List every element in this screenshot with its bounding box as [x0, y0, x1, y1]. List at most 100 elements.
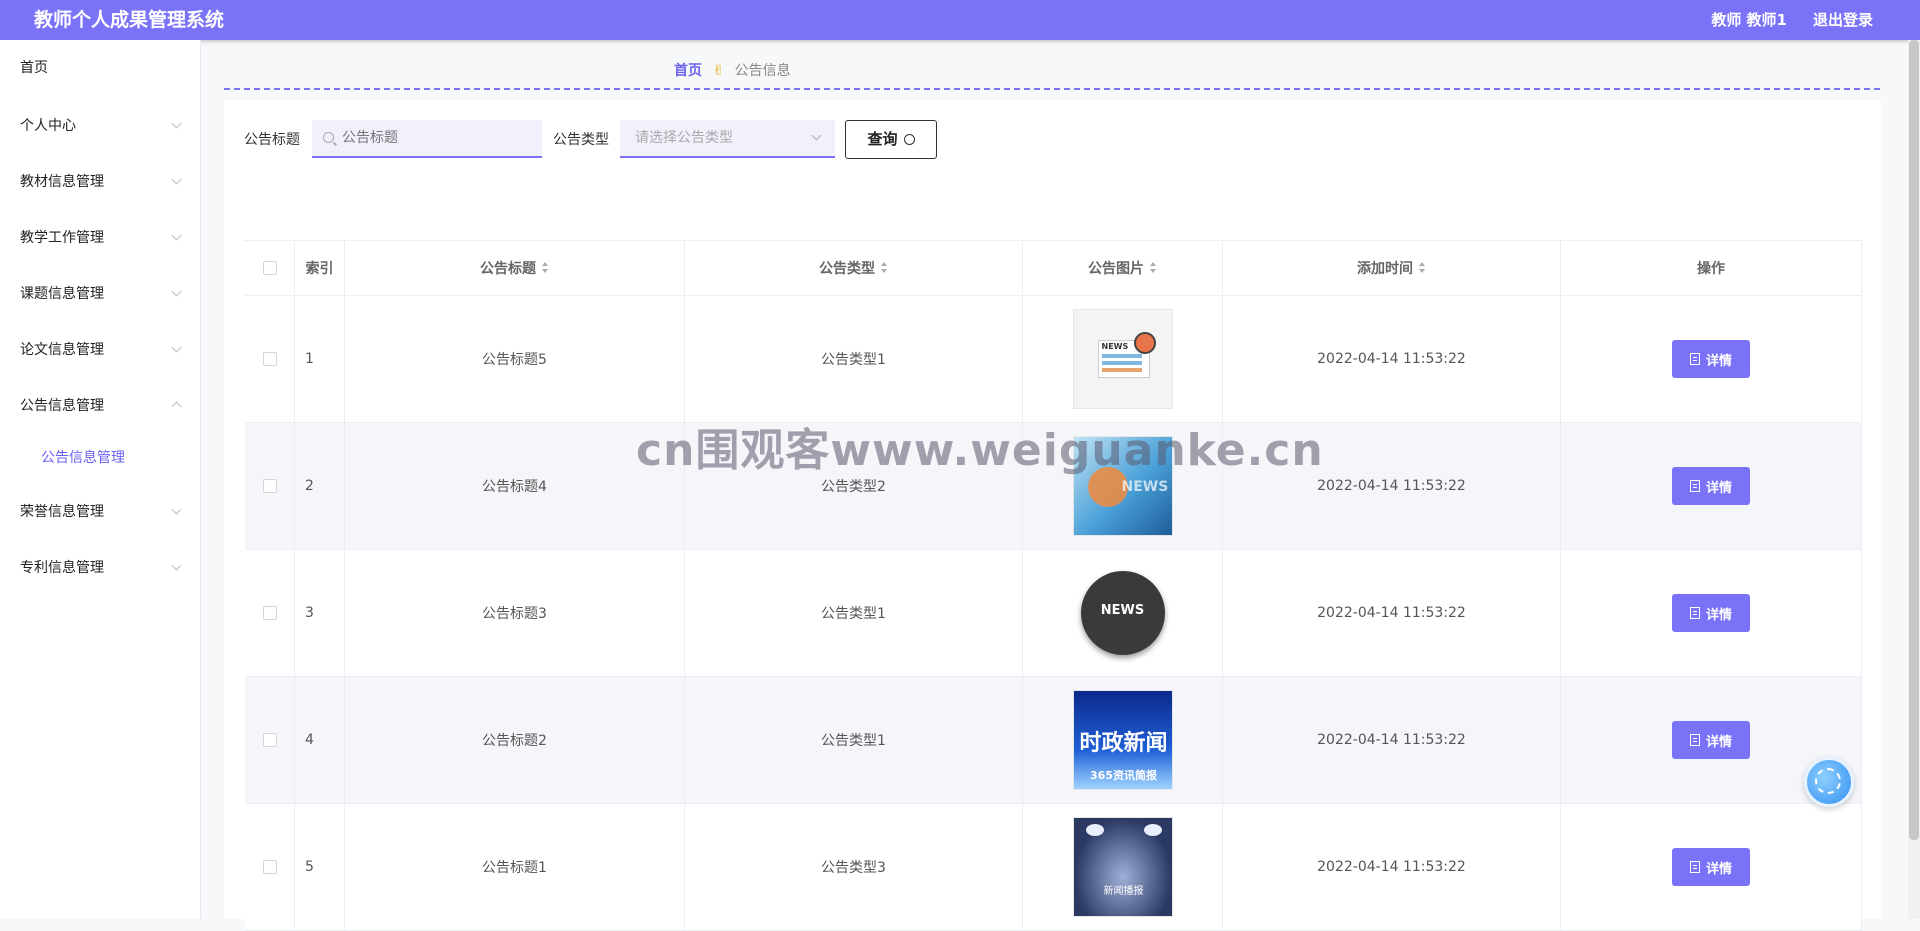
- sidebar-item-teaching[interactable]: 教学工作管理: [0, 218, 200, 258]
- cell-action: 详情: [1561, 550, 1862, 677]
- sidebar-item-notice[interactable]: 公告信息管理: [0, 386, 200, 426]
- type-select[interactable]: 请选择公告类型: [620, 120, 835, 158]
- type-select-placeholder: 请选择公告类型: [635, 130, 733, 146]
- sidebar: 首页 个人中心 教材信息管理 教学工作管理 课题信息管理 论文信息管理 公告信息…: [0, 40, 201, 919]
- user-label: 教师 教师1: [1711, 11, 1787, 29]
- sort-icon[interactable]: [542, 262, 549, 274]
- row-checkbox-cell: [245, 296, 295, 423]
- breadcrumb: 首页 ✌ 公告信息: [674, 60, 791, 80]
- cell-title: 公告标题5: [345, 296, 685, 423]
- row-checkbox[interactable]: [262, 733, 277, 747]
- document-icon: [1689, 607, 1700, 619]
- column-header-time[interactable]: 添加时间: [1223, 241, 1561, 296]
- row-checkbox[interactable]: [262, 860, 277, 874]
- cell-time: 2022-04-14 11:53:22: [1223, 296, 1561, 423]
- cell-image: NEWS: [1023, 296, 1223, 423]
- document-icon: [1689, 734, 1700, 746]
- row-checkbox[interactable]: [262, 606, 277, 620]
- cell-time: 2022-04-14 11:53:22: [1223, 677, 1561, 804]
- title-search-input[interactable]: [312, 120, 542, 158]
- spotlight-right: [1143, 824, 1162, 836]
- sidebar-item-label: 荣誉信息管理: [20, 504, 104, 520]
- detail-button-label: 详情: [1705, 734, 1732, 750]
- chevron-down-icon: [171, 118, 182, 129]
- sidebar-item-paper[interactable]: 论文信息管理: [0, 330, 200, 370]
- cell-action: 详情: [1561, 296, 1862, 423]
- detail-button[interactable]: 详情: [1672, 594, 1750, 632]
- sidebar-subitem-notice-management[interactable]: 公告信息管理: [0, 441, 200, 475]
- sidebar-item-label: 专利信息管理: [20, 560, 104, 576]
- chevron-down-icon: [171, 230, 182, 241]
- sidebar-item-honor[interactable]: 荣誉信息管理: [0, 492, 200, 532]
- row-checkbox[interactable]: [262, 352, 277, 366]
- detail-button[interactable]: 详情: [1672, 467, 1750, 505]
- floating-assistant-button[interactable]: [1804, 757, 1854, 807]
- notice-table: 索引 公告标题 公告类型 公告图片 添加时间 操作 1 公告标题5 公告类型1 …: [244, 240, 1862, 931]
- scrollbar-thumb[interactable]: [1909, 40, 1919, 840]
- title-search-label: 公告标题: [244, 132, 300, 148]
- cell-title: 公告标题2: [345, 677, 685, 804]
- row-checkbox-cell: [245, 550, 295, 677]
- table-row: 1 公告标题5 公告类型1 NEWS 2022-04-14 11:53:22 详…: [245, 296, 1862, 423]
- notice-image[interactable]: NEWS: [1072, 309, 1173, 409]
- column-header-index: 索引: [295, 241, 345, 296]
- sidebar-item-patent[interactable]: 专利信息管理: [0, 548, 200, 588]
- cell-title: 公告标题1: [345, 804, 685, 931]
- logout-button[interactable]: 退出登录: [1813, 0, 1873, 40]
- detail-button[interactable]: 详情: [1672, 340, 1750, 378]
- column-header-image[interactable]: 公告图片: [1023, 241, 1223, 296]
- cell-type: 公告类型1: [685, 296, 1023, 423]
- sort-icon[interactable]: [881, 262, 888, 274]
- cell-action: 详情: [1561, 423, 1862, 550]
- cell-type: 公告类型3: [685, 804, 1023, 931]
- row-checkbox[interactable]: [262, 479, 277, 493]
- detail-button-label: 详情: [1705, 607, 1732, 623]
- chevron-down-icon: [171, 286, 182, 297]
- column-header-type[interactable]: 公告类型: [685, 241, 1023, 296]
- column-header-title[interactable]: 公告标题: [345, 241, 685, 296]
- column-header-action: 操作: [1561, 241, 1862, 296]
- cell-time: 2022-04-14 11:53:22: [1223, 550, 1561, 677]
- row-checkbox-cell: [245, 677, 295, 804]
- detail-button-label: 详情: [1705, 480, 1732, 496]
- detail-button[interactable]: 详情: [1672, 848, 1750, 886]
- table-row: 5 公告标题1 公告类型3 新闻播报 2022-04-14 11:53:22 详…: [245, 804, 1862, 931]
- sort-icon[interactable]: [1150, 262, 1157, 274]
- cell-index: 3: [295, 550, 345, 677]
- newspaper-lines: [1101, 354, 1142, 358]
- notice-image[interactable]: 时政新闻 365资讯简报: [1072, 690, 1173, 790]
- notice-image[interactable]: 新闻播报: [1072, 817, 1173, 917]
- sidebar-item-project[interactable]: 课题信息管理: [0, 274, 200, 314]
- image-caption: NEWS: [1101, 342, 1129, 351]
- sidebar-item-label: 首页: [20, 60, 48, 76]
- query-button[interactable]: 查询: [845, 120, 937, 159]
- cell-image: NEWS: [1023, 550, 1223, 677]
- app-title: 教师个人成果管理系统: [34, 9, 225, 31]
- chevron-down-icon: [171, 342, 182, 353]
- detail-button[interactable]: 详情: [1672, 721, 1750, 759]
- sidebar-item-label: 教材信息管理: [20, 174, 104, 190]
- cell-index: 4: [295, 677, 345, 804]
- sidebar-item-label: 论文信息管理: [20, 342, 104, 358]
- query-button-label: 查询: [867, 130, 898, 148]
- sidebar-item-label: 课题信息管理: [20, 286, 104, 302]
- cell-title: 公告标题3: [345, 550, 685, 677]
- top-bar: 教师个人成果管理系统 教师 教师1 退出登录: [0, 0, 1920, 40]
- sidebar-item-personal-center[interactable]: 个人中心: [0, 106, 200, 146]
- breadcrumb-home[interactable]: 首页: [674, 63, 702, 79]
- image-subcaption: 365资讯简报: [1090, 769, 1157, 782]
- chevron-down-icon: [171, 504, 182, 515]
- select-all-checkbox[interactable]: [262, 261, 277, 275]
- sort-icon[interactable]: [1419, 262, 1426, 274]
- cell-type: 公告类型1: [685, 677, 1023, 804]
- cell-image: 新闻播报: [1023, 804, 1223, 931]
- image-caption: 新闻播报: [1103, 886, 1144, 897]
- column-header-label: 添加时间: [1357, 261, 1413, 277]
- sidebar-item-home[interactable]: 首页: [0, 48, 200, 88]
- watermark-text: cn围观客www.weiguanke.cn: [636, 425, 1324, 476]
- cell-time: 2022-04-14 11:53:22: [1223, 804, 1561, 931]
- search-icon: [903, 134, 915, 145]
- spotlight-left: [1085, 824, 1104, 836]
- notice-image[interactable]: NEWS: [1072, 563, 1173, 663]
- sidebar-item-textbook[interactable]: 教材信息管理: [0, 162, 200, 202]
